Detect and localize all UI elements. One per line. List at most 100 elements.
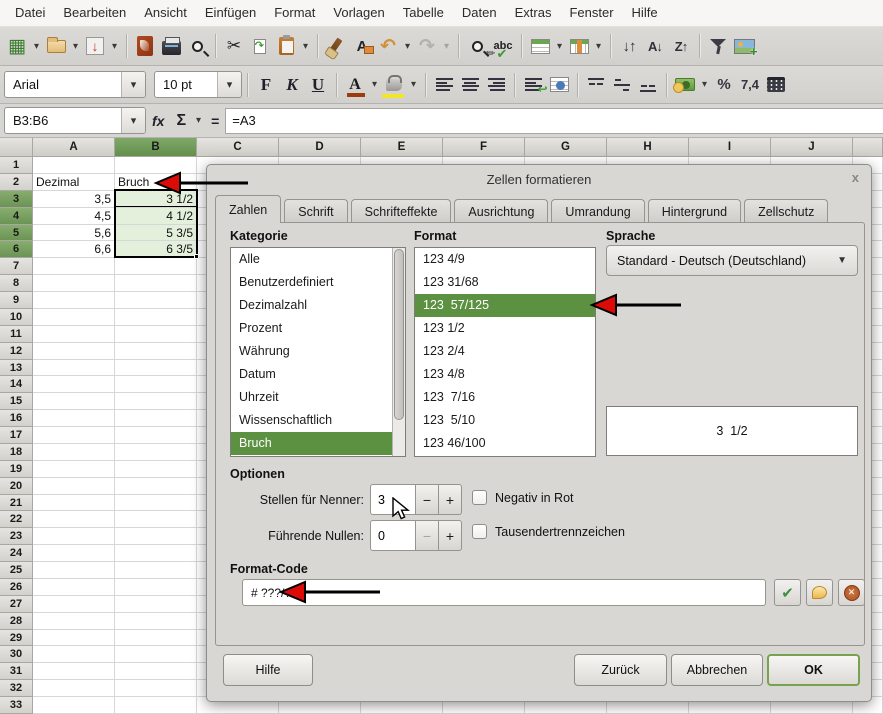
highlight-color-icon[interactable] xyxy=(381,71,407,99)
find-replace-icon[interactable] xyxy=(464,32,490,60)
dialog-tab[interactable]: Ausrichtung xyxy=(454,199,548,223)
sheet-cell-a[interactable] xyxy=(33,579,115,596)
category-item[interactable]: Währung xyxy=(231,340,405,363)
sheet-cell-b[interactable] xyxy=(115,545,197,562)
new-document-icon[interactable]: ▦ xyxy=(4,32,30,60)
insert-image-icon[interactable] xyxy=(731,32,757,60)
row-header[interactable]: 21 xyxy=(0,495,33,512)
category-item[interactable]: Datum xyxy=(231,363,405,386)
copy-icon[interactable]: ↷ xyxy=(247,32,273,60)
percent-format-icon[interactable]: % xyxy=(711,71,737,99)
sheet-cell-a[interactable]: 5,6 xyxy=(33,225,115,242)
sheet-cell-a[interactable] xyxy=(33,528,115,545)
row-header[interactable]: 26 xyxy=(0,579,33,596)
sheet-cell-a[interactable] xyxy=(33,646,115,663)
sheet-cell-a[interactable] xyxy=(33,292,115,309)
sheet-cell-a[interactable] xyxy=(33,157,115,174)
cut-icon[interactable]: ✂ xyxy=(221,32,247,60)
menu-item[interactable]: Hilfe xyxy=(623,1,667,24)
row-header[interactable]: 29 xyxy=(0,630,33,647)
format-item[interactable]: 123 57/125 xyxy=(415,294,595,317)
sheet-cell-a[interactable] xyxy=(33,275,115,292)
row-header[interactable]: 13 xyxy=(0,360,33,377)
sheet-cell-a[interactable] xyxy=(33,258,115,275)
sheet-cell-a[interactable]: 3,5 xyxy=(33,191,115,208)
sheet-cell-a[interactable] xyxy=(33,680,115,697)
row-header[interactable]: 33 xyxy=(0,697,33,714)
row-header[interactable]: 7 xyxy=(0,258,33,275)
column-header[interactable]: C xyxy=(197,138,279,157)
align-top-icon[interactable] xyxy=(583,71,609,99)
redo-icon[interactable]: ↷ xyxy=(414,32,440,60)
row-header[interactable]: 22 xyxy=(0,511,33,528)
sort-ascending-icon[interactable]: A↓ xyxy=(642,32,668,60)
sum-icon[interactable]: Σ xyxy=(170,112,192,130)
redo-dropdown[interactable] xyxy=(440,32,453,60)
row-header[interactable]: 15 xyxy=(0,393,33,410)
function-wizard-icon[interactable]: fx xyxy=(146,113,170,129)
back-button[interactable]: Zurück xyxy=(574,654,667,686)
row-header[interactable]: 2 xyxy=(0,174,33,191)
dialog-tab[interactable]: Zahlen xyxy=(215,195,281,223)
column-header[interactable]: D xyxy=(279,138,361,157)
row-header[interactable]: 14 xyxy=(0,376,33,393)
sheet-cell-b[interactable] xyxy=(115,630,197,647)
denominator-minus-button[interactable]: − xyxy=(416,484,439,515)
sheet-cell-b[interactable]: 5 3/5 xyxy=(115,225,197,242)
row-header[interactable]: 16 xyxy=(0,410,33,427)
print-preview-icon[interactable] xyxy=(184,32,210,60)
row-header[interactable]: 5 xyxy=(0,225,33,242)
paste-icon[interactable] xyxy=(273,32,299,60)
underline-icon[interactable]: U xyxy=(305,71,331,99)
spelling-icon[interactable]: abc xyxy=(490,32,516,60)
sheet-cell-b[interactable] xyxy=(115,292,197,309)
category-item[interactable]: Alle xyxy=(231,248,405,271)
sheet-cell-a[interactable] xyxy=(33,511,115,528)
sheet-cell-b[interactable] xyxy=(115,275,197,292)
font-name-combo[interactable]: Arial xyxy=(4,71,146,98)
column-header-partial[interactable] xyxy=(853,138,883,157)
clone-formatting-icon[interactable] xyxy=(323,32,349,60)
align-vcenter-icon[interactable] xyxy=(609,71,635,99)
sort-descending-icon[interactable]: Z↑ xyxy=(668,32,694,60)
category-item[interactable]: Bruch xyxy=(231,432,405,455)
row-header[interactable]: 9 xyxy=(0,292,33,309)
sheet-cell-a[interactable] xyxy=(33,495,115,512)
scrollbar-thumb[interactable] xyxy=(394,249,404,420)
row-header[interactable]: 32 xyxy=(0,680,33,697)
menu-item[interactable]: Bearbeiten xyxy=(54,1,135,24)
sheet-cell-a[interactable]: 4,5 xyxy=(33,208,115,225)
column-header[interactable]: E xyxy=(361,138,443,157)
format-item[interactable]: 123 2/4 xyxy=(415,340,595,363)
merge-cells-icon[interactable] xyxy=(546,71,572,99)
new-document-dropdown[interactable] xyxy=(30,32,43,60)
row-header[interactable]: 10 xyxy=(0,309,33,326)
category-item[interactable]: Wissenschaftlich xyxy=(231,409,405,432)
sheet-cell-b[interactable] xyxy=(115,680,197,697)
sheet-cell-b[interactable] xyxy=(115,461,197,478)
column-header[interactable]: J xyxy=(771,138,853,157)
sheet-cell-b[interactable]: 3 1/2 xyxy=(115,191,197,208)
font-size-combo[interactable]: 10 pt xyxy=(154,71,242,98)
number-format-icon[interactable]: 7,4 xyxy=(737,71,763,99)
format-item[interactable]: 123 4/9 xyxy=(415,248,595,271)
column-header[interactable]: H xyxy=(607,138,689,157)
dialog-tab[interactable]: Umrandung xyxy=(551,199,644,223)
sheet-cell-b[interactable]: Bruch xyxy=(115,174,197,191)
row-header[interactable]: 11 xyxy=(0,326,33,343)
bold-icon[interactable]: F xyxy=(253,71,279,99)
column-header[interactable]: I xyxy=(689,138,771,157)
sheet-cell-b[interactable] xyxy=(115,697,197,714)
sheet-cell-a[interactable] xyxy=(33,630,115,647)
font-color-icon[interactable]: A xyxy=(342,71,368,99)
category-item[interactable]: Benutzerdefiniert xyxy=(231,271,405,294)
edit-comment-button[interactable] xyxy=(806,579,833,606)
font-name-value[interactable]: Arial xyxy=(5,72,121,97)
sheet-cell-b[interactable] xyxy=(115,495,197,512)
column-header[interactable]: A xyxy=(33,138,115,157)
paste-dropdown[interactable] xyxy=(299,32,312,60)
row-header[interactable]: 23 xyxy=(0,528,33,545)
sheet-cell-b[interactable] xyxy=(115,410,197,427)
menu-item[interactable]: Fenster xyxy=(560,1,622,24)
apply-format-code-button[interactable]: ✔ xyxy=(774,579,801,606)
